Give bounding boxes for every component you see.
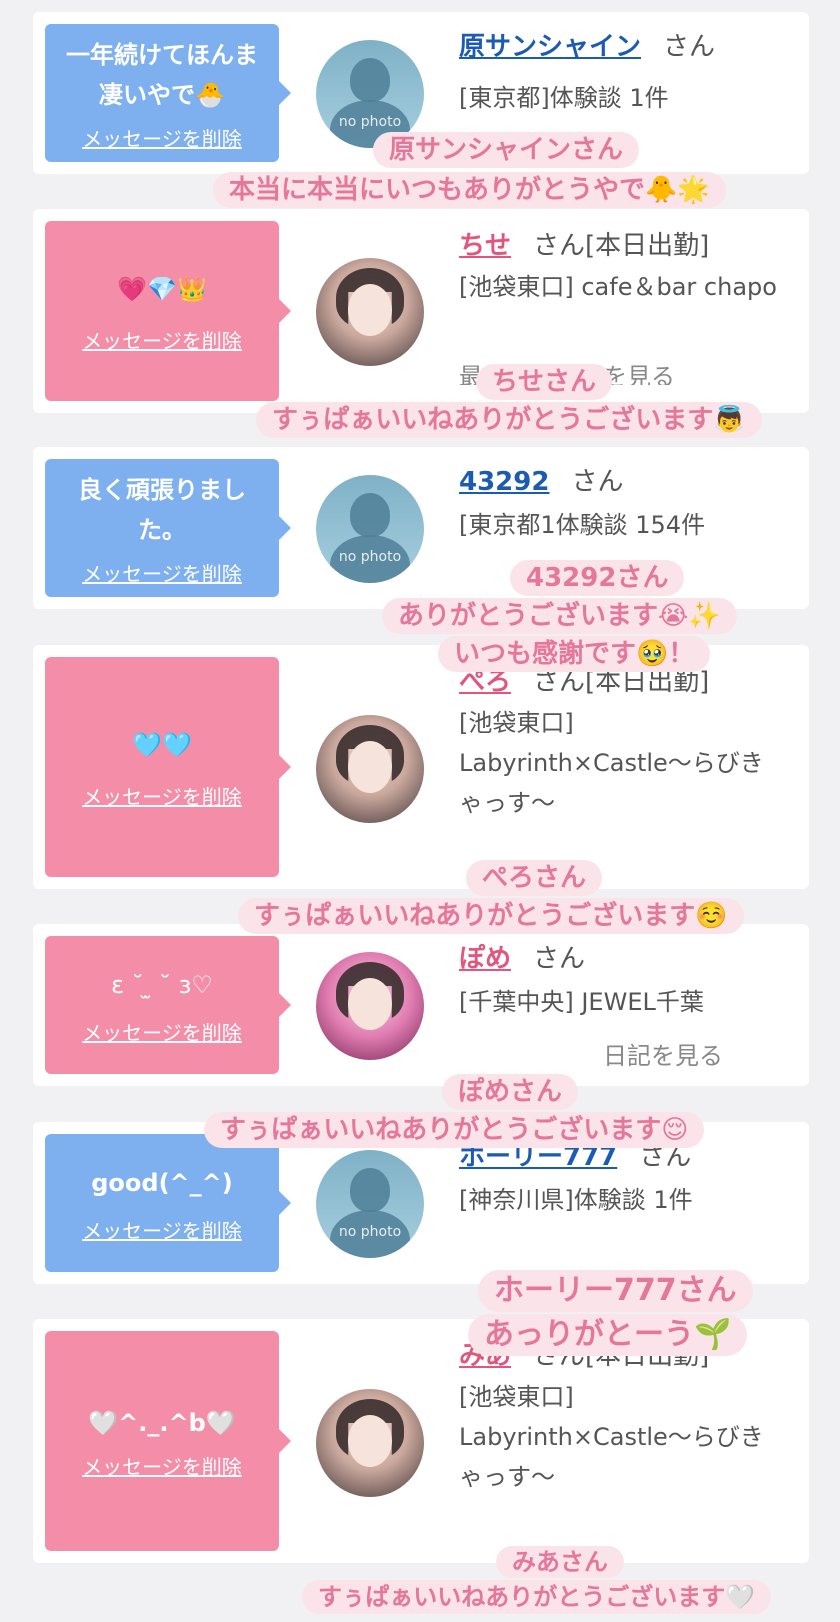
message-text: 良く頑張りました。 — [78, 475, 246, 544]
user-sub-info: [池袋東口] Labyrinth×Castle〜らびきゃっす〜 — [459, 709, 764, 817]
message-card: ɛ ˘ ̫ ˘ ɜ♡ メッセージを削除 ぽめ さん [千葉中央] JEWEL千葉 … — [33, 924, 809, 1086]
overlay-caption-name: ホーリー777さん — [478, 1270, 753, 1312]
user-sub-info: [東京都]体験談 1件 — [459, 84, 669, 112]
message-text: 一年続けてほんま凄いやで🐣 — [66, 40, 258, 109]
delete-message-link[interactable]: メッセージを削除 — [82, 558, 242, 587]
message-text: ɛ ˘ ̫ ˘ ɜ♡ — [111, 970, 213, 999]
honorific: さん — [663, 32, 716, 62]
user-sub-info: [千葉中央] JEWEL千葉 — [459, 988, 704, 1016]
overlay-caption-name: みあさん — [496, 1546, 624, 1578]
overlay-caption-name: ちせさん — [476, 364, 613, 400]
message-bubble: 🩵🩵 メッセージを削除 — [45, 657, 291, 877]
overlay-caption-text: あっりがとーう🌱 — [468, 1314, 748, 1356]
message-bubble: good(^_^) メッセージを削除 — [45, 1134, 291, 1272]
avatar[interactable] — [316, 1389, 424, 1497]
delete-message-link[interactable]: メッセージを削除 — [82, 123, 242, 152]
delete-message-link[interactable]: メッセージを削除 — [82, 325, 242, 354]
delete-message-link[interactable]: メッセージを削除 — [82, 1451, 242, 1480]
honorific: さん — [571, 467, 624, 497]
overlay-caption-text: すぅぱぁいいねありがとうございます👼 — [256, 402, 762, 438]
user-sub-info: [池袋東口] Labyrinth×Castle〜らびきゃっす〜 — [459, 1383, 764, 1491]
honorific: さん — [533, 944, 586, 974]
message-card: 💗💎👑 メッセージを削除 ちせ さん[本日出勤] [池袋東口] cafe＆bar … — [33, 209, 809, 413]
user-name-link[interactable]: ちせ — [459, 231, 511, 261]
user-name-link[interactable]: 原サンシャイン — [459, 32, 641, 62]
delete-message-link[interactable]: メッセージを削除 — [82, 781, 242, 810]
overlay-caption-name: 原サンシャインさん — [373, 132, 640, 168]
honorific: さん[本日出勤] — [533, 231, 710, 261]
diary-link[interactable]: 日記を見る — [603, 1036, 733, 1076]
delete-message-link[interactable]: メッセージを削除 — [82, 1215, 242, 1244]
overlay-caption-text: いつも感謝です🥹！ — [438, 636, 711, 672]
overlay-caption-text: すぅぱぁいいねありがとうございます😌 — [204, 1112, 705, 1148]
user-sub-info: [池袋東口] cafe＆bar chapo — [459, 273, 777, 301]
message-bubble: ɛ ˘ ̫ ˘ ɜ♡ メッセージを削除 — [45, 936, 291, 1074]
overlay-caption-text: 本当に本当にいつもありがとうやで🐥🌟 — [213, 172, 726, 208]
overlay-caption-name: ぺろさん — [466, 860, 603, 896]
delete-message-link[interactable]: メッセージを削除 — [82, 1017, 242, 1046]
avatar[interactable]: no photo — [316, 1150, 424, 1258]
message-text: 🩵🩵 — [132, 730, 192, 759]
avatar[interactable] — [316, 258, 424, 366]
user-name-link[interactable]: ぽめ — [459, 944, 511, 974]
message-card: 良く頑張りました。 メッセージを削除 no photo 43292 さん [東京都… — [33, 447, 809, 609]
message-bubble: 🤍^._.^b🤍 メッセージを削除 — [45, 1331, 291, 1551]
user-name-link[interactable]: 43292 — [459, 467, 549, 497]
overlay-caption-name: ぽめさん — [442, 1074, 579, 1110]
message-bubble: 💗💎👑 メッセージを削除 — [45, 221, 291, 401]
message-bubble: 一年続けてほんま凄いやで🐣 メッセージを削除 — [45, 24, 291, 162]
overlay-caption-text: すぅぱぁいいねありがとうございます☺️ — [238, 898, 744, 934]
message-text: 💗💎👑 — [117, 274, 207, 303]
avatar[interactable]: no photo — [316, 475, 424, 583]
avatar[interactable] — [316, 715, 424, 823]
overlay-caption-name: 43292さん — [510, 560, 685, 596]
overlay-caption-text: すぅぱぁいいねありがとうございます🤍 — [302, 1580, 772, 1614]
message-text: good(^_^) — [91, 1168, 233, 1197]
user-sub-info: [東京都1体験談 154件 — [459, 511, 706, 539]
user-sub-info: [神奈川県]体験談 1件 — [459, 1186, 693, 1214]
message-card: 🩵🩵 メッセージを削除 ぺろ さん[本日出勤] [池袋東口] Labyrinth×… — [33, 645, 809, 889]
overlay-caption-text: ありがとうございます😭✨ — [382, 598, 737, 634]
message-text: 🤍^._.^b🤍 — [88, 1408, 236, 1437]
avatar[interactable] — [316, 952, 424, 1060]
message-bubble: 良く頑張りました。 メッセージを削除 — [45, 459, 291, 597]
